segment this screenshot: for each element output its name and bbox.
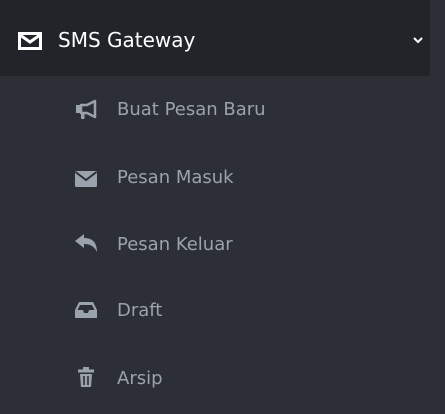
reply-icon	[75, 234, 97, 252]
inbox-icon	[75, 302, 97, 318]
menu-item-label: Draft	[117, 300, 163, 321]
submenu: Buat Pesan Baru Pesan Masuk Pesan Keluar…	[0, 76, 430, 414]
menu-item-label: Buat Pesan Baru	[117, 99, 266, 120]
menu-item-draft[interactable]: Draft	[0, 277, 430, 344]
sidebar-menu: SMS Gateway Buat Pesan Baru Pesan Masuk	[0, 0, 445, 414]
chevron-down-icon[interactable]	[413, 36, 423, 44]
menu-header-sms-gateway[interactable]: SMS Gateway	[0, 0, 430, 76]
envelope-icon	[18, 32, 42, 50]
menu-item-label: Arsip	[117, 368, 163, 389]
menu-header-title: SMS Gateway	[58, 28, 196, 52]
trash-icon	[78, 367, 94, 387]
scrollbar-track[interactable]	[430, 76, 445, 414]
menu-item-buat-pesan-baru[interactable]: Buat Pesan Baru	[0, 76, 430, 143]
bullhorn-icon	[76, 99, 97, 119]
envelope-icon	[74, 171, 98, 187]
menu-item-label: Pesan Masuk	[117, 167, 234, 188]
menu-item-pesan-masuk[interactable]: Pesan Masuk	[0, 143, 430, 210]
menu-item-arsip[interactable]: Arsip	[0, 344, 430, 411]
menu-item-label: Pesan Keluar	[117, 234, 233, 255]
menu-item-pesan-keluar[interactable]: Pesan Keluar	[0, 210, 430, 277]
